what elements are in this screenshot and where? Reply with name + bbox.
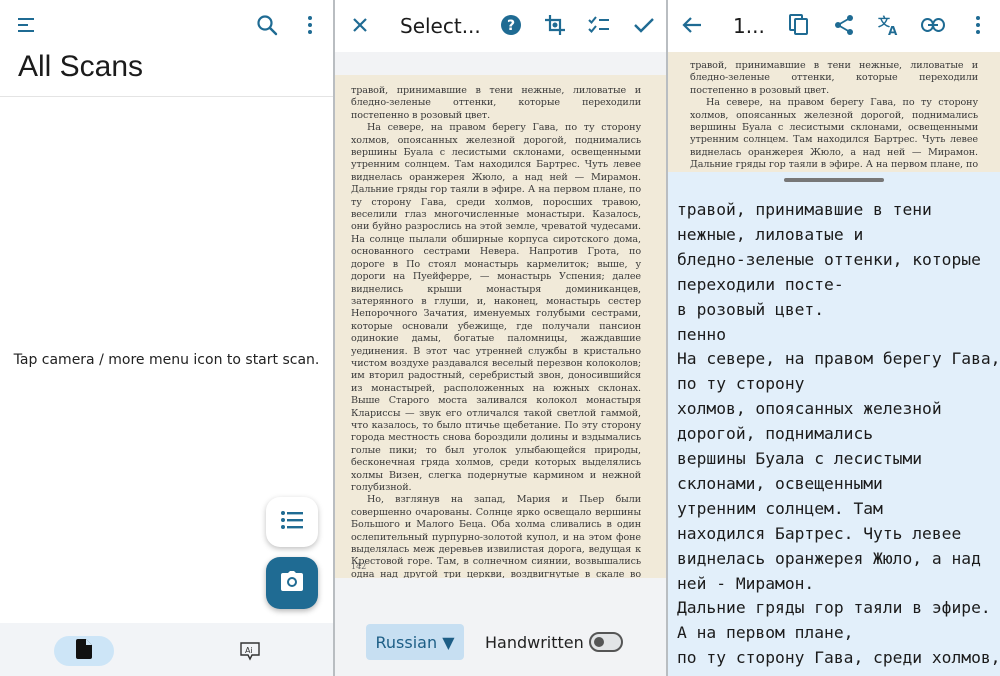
preview-paragraph: травой, принимавшие в тени нежные, лилов… <box>690 60 978 96</box>
empty-state-message: Tap camera / more menu icon to start sca… <box>13 352 320 368</box>
scan-paragraph: Но, взглянув на запад, Мария и Пьер были… <box>351 494 641 578</box>
scan-paragraph: травой, принимавшие в тени нежные, лилов… <box>351 85 641 121</box>
page-title: All Scans <box>18 50 144 83</box>
ocr-line: нежные, лиловатые и <box>677 224 864 244</box>
top-app-bar: Select... ? <box>335 0 666 52</box>
handwritten-toggle[interactable] <box>589 632 623 652</box>
ocr-line: по ту сторону Гава, среди холмов, <box>677 648 1000 668</box>
list-button[interactable] <box>266 497 318 547</box>
more-vert-icon[interactable] <box>300 12 320 38</box>
check-icon[interactable] <box>632 13 656 37</box>
translate-icon[interactable]: 文A <box>876 12 902 38</box>
ocr-line: утренним солнцем. Там <box>677 498 883 518</box>
arrow-back-icon[interactable] <box>680 13 704 37</box>
ocr-line: переходили посте- <box>677 274 844 294</box>
scanned-page-text: травой, принимавшие в тени нежные, лилов… <box>351 85 641 578</box>
recognized-text-area[interactable]: травой, принимавшие в тени нежные, лилова… <box>668 186 1000 676</box>
document-icon <box>76 638 92 664</box>
copy-icon[interactable] <box>787 13 811 37</box>
language-dropdown[interactable]: Russian ▼ <box>366 624 464 660</box>
more-vert-icon[interactable] <box>968 12 988 38</box>
ocr-line: находился Бартрес. Чуть левее <box>677 523 962 543</box>
menu-icon[interactable] <box>14 13 40 37</box>
ocr-line: Дальние гряды гор таяли в эфире. <box>677 598 991 618</box>
ocr-line: пенно <box>677 324 727 344</box>
screen-title: Select... <box>400 14 481 38</box>
select-screen: Select... ? травой, принимавшие в тени н… <box>335 0 666 676</box>
share-icon[interactable] <box>832 13 856 37</box>
camera-icon <box>280 570 304 597</box>
scan-paragraph: На севере, на правом берегу Гава, по ту … <box>351 122 641 493</box>
ocr-line: На севере, на правом берегу Гава, <box>677 349 1000 369</box>
checklist-icon[interactable] <box>587 13 611 37</box>
ai-text-icon[interactable]: Ai <box>238 640 262 662</box>
preview-page-text: травой, принимавшие в тени нежные, лилов… <box>690 60 978 174</box>
drag-handle[interactable] <box>784 178 884 182</box>
screenshot-stage: All Scans Tap camera / more menu icon to… <box>0 0 1000 676</box>
nav-item-scans[interactable] <box>54 636 114 666</box>
header-divider <box>0 96 333 97</box>
top-app-bar <box>0 0 333 50</box>
svg-text:Ai: Ai <box>245 646 253 655</box>
ocr-options-bar: Russian ▼ Handwritten <box>335 606 666 676</box>
handwritten-label: Handwritten <box>485 633 584 652</box>
result-screen: 1... 文A травой, принимавшие в тени нежны… <box>668 0 1000 676</box>
ocr-line: дорогой, поднимались <box>677 424 874 444</box>
ocr-line: виднелась оранжерея Жюло, а над <box>677 548 981 568</box>
svg-text:?: ? <box>507 18 515 34</box>
close-icon[interactable] <box>349 14 371 36</box>
ocr-line: в розовый цвет. <box>677 299 825 319</box>
link-icon[interactable] <box>920 13 946 37</box>
scanned-page-image[interactable]: травой, принимавшие в тени нежные, лилов… <box>335 75 666 578</box>
camera-button[interactable] <box>266 557 318 609</box>
screen-title: 1... <box>733 14 765 38</box>
scanned-page-preview: травой, принимавшие в тени нежные, лилов… <box>668 52 1000 174</box>
split-drag-area[interactable] <box>668 172 1000 186</box>
page-number: 142 <box>351 562 367 571</box>
list-icon <box>280 510 304 535</box>
toggle-knob <box>594 637 604 647</box>
ocr-line: склонами, освещенными <box>677 473 883 493</box>
ocr-line: ней - Мирамон. <box>677 573 815 593</box>
top-app-bar: 1... 文A <box>668 0 1000 52</box>
bottom-navigation: Ai <box>0 623 333 676</box>
search-icon[interactable] <box>254 12 280 38</box>
svg-text:A: A <box>888 24 898 37</box>
ocr-line: холмов, опоясанных железной <box>677 399 942 419</box>
crop-icon[interactable] <box>543 13 567 37</box>
preview-paragraph: На севере, на правом берегу Гава, по ту … <box>690 97 978 174</box>
ocr-line: травой, принимавшие в тени <box>677 200 932 219</box>
ocr-line: вершины Буала с лесистыми <box>677 449 923 468</box>
all-scans-screen: All Scans Tap camera / more menu icon to… <box>0 0 333 676</box>
ocr-line: А на первом плане, <box>677 623 854 643</box>
help-icon[interactable]: ? <box>499 13 523 37</box>
ocr-line: бледно-зеленые оттенки, которые <box>677 249 981 269</box>
ocr-line: по ту сторону <box>677 374 805 394</box>
